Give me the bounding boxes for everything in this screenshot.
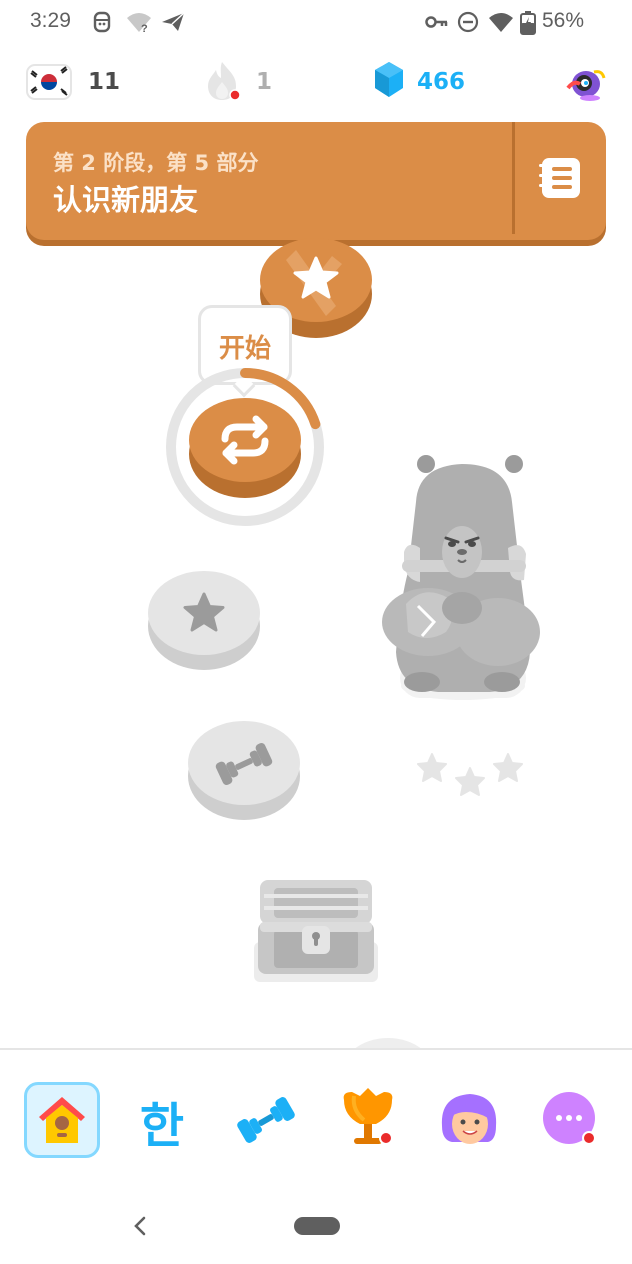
start-tooltip-label: 开始 xyxy=(218,334,271,364)
unit-subtitle: 第 2 阶段，第 5 部分 xyxy=(53,151,259,175)
birdhouse-icon xyxy=(39,1097,85,1143)
unit-title: 认识新朋友 xyxy=(53,183,199,217)
status-bar: 3:29 ? 56% xyxy=(0,0,632,46)
trophy-icon xyxy=(343,1088,393,1145)
practice-node-locked[interactable] xyxy=(184,716,304,826)
back-icon[interactable] xyxy=(130,1216,150,1236)
battery-charging-icon xyxy=(520,11,536,35)
streak-widget[interactable]: 1 xyxy=(204,58,284,106)
course-selector[interactable]: 11 xyxy=(26,64,126,104)
nav-more[interactable] xyxy=(534,1082,610,1158)
treasure-chest-icon[interactable] xyxy=(250,874,382,986)
korea-flag-icon xyxy=(26,64,72,100)
android-navigation-bar xyxy=(0,1172,632,1264)
lesson-node-current[interactable] xyxy=(164,366,326,528)
bear-character xyxy=(382,455,540,700)
super-owl-icon xyxy=(566,70,606,101)
guidebook-button[interactable] xyxy=(515,122,606,234)
unit-banner: 第 2 阶段，第 5 部分 认识新朋友 xyxy=(26,122,606,240)
avatar-icon xyxy=(441,1094,497,1144)
wifi-unknown-icon: ? xyxy=(127,13,151,33)
accessibility-icon xyxy=(93,11,111,33)
nav-profile[interactable] xyxy=(432,1082,508,1158)
fire-icon xyxy=(208,62,241,101)
dumbbell-icon xyxy=(237,1097,295,1143)
fire-count: 1 xyxy=(256,69,273,95)
hangul-icon: 한 xyxy=(139,1098,185,1154)
super-button[interactable] xyxy=(564,62,608,106)
nav-leaderboards[interactable] xyxy=(330,1082,406,1158)
star-icon xyxy=(455,767,485,796)
battery-percent: 56% xyxy=(541,9,584,32)
nav-practice[interactable] xyxy=(228,1082,304,1158)
notebook-icon xyxy=(539,158,580,198)
gem-icon xyxy=(375,62,403,97)
home-pill[interactable] xyxy=(294,1217,340,1235)
wifi-icon xyxy=(489,13,513,32)
nav-home[interactable] xyxy=(24,1082,100,1158)
star-icon xyxy=(493,753,523,782)
do-not-disturb-icon xyxy=(457,11,479,33)
status-time: 3:29 xyxy=(30,9,71,32)
vpn-key-icon xyxy=(425,16,448,28)
streak-count: 11 xyxy=(88,69,121,95)
nav-characters[interactable]: 한 xyxy=(124,1082,200,1158)
more-icon xyxy=(543,1092,596,1145)
bottom-navigation: 한 xyxy=(0,1048,632,1172)
gems-widget[interactable]: 466 xyxy=(372,60,482,104)
star-icon xyxy=(417,753,447,782)
gems-count: 466 xyxy=(417,69,466,95)
send-icon xyxy=(162,12,185,31)
character-stars xyxy=(417,753,523,796)
svg-text:?: ? xyxy=(141,23,148,33)
lesson-node-locked-star[interactable] xyxy=(144,566,264,676)
top-stats-bar: 11 1 466 xyxy=(0,58,632,110)
